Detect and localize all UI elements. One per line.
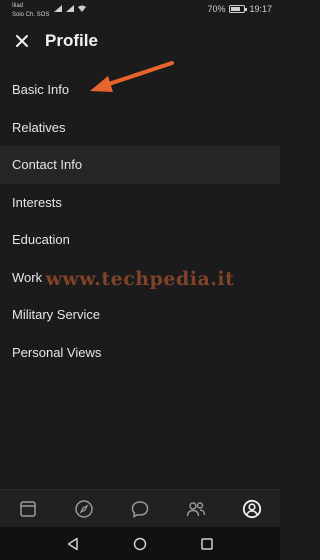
signal-icon [54, 5, 62, 12]
status-right: 70% 19:17 [207, 4, 272, 14]
home-icon[interactable] [130, 534, 150, 554]
status-bar: Iliad Solo Ch. SOS 70% 19:17 [0, 0, 280, 20]
profile-menu: Basic Info Relatives Contact Info Intere… [0, 71, 280, 371]
page-title: Profile [45, 31, 98, 50]
menu-item-relatives[interactable]: Relatives [0, 109, 280, 147]
menu-item-education[interactable]: Education [0, 221, 280, 259]
bottom-nav [0, 489, 280, 528]
friends-icon[interactable] [183, 496, 209, 522]
profile-icon[interactable] [239, 496, 265, 522]
menu-item-interests[interactable]: Interests [0, 184, 280, 222]
recents-icon[interactable] [197, 534, 217, 554]
close-icon[interactable] [13, 32, 31, 50]
menu-item-work[interactable]: Work [0, 259, 280, 297]
menu-item-basic-info[interactable]: Basic Info [0, 71, 280, 109]
carrier-status: Solo Ch. SOS [12, 12, 50, 18]
menu-item-contact-info[interactable]: Contact Info [0, 146, 280, 184]
status-icons [54, 5, 86, 12]
battery-icon [229, 5, 248, 13]
wifi-icon [78, 5, 86, 12]
chat-icon[interactable] [127, 496, 153, 522]
header: Profile [0, 22, 280, 60]
carrier-info: Iliad Solo Ch. SOS [12, 2, 49, 20]
clock: 19:17 [249, 4, 272, 14]
menu-item-military-service[interactable]: Military Service [0, 296, 280, 334]
compass-icon[interactable] [71, 496, 97, 522]
system-nav [0, 527, 280, 560]
battery-percent: 70% [207, 4, 226, 14]
menu-item-personal-views[interactable]: Personal Views [0, 334, 280, 372]
back-icon[interactable] [63, 534, 83, 554]
news-icon[interactable] [15, 496, 41, 522]
signal-icon [66, 5, 74, 12]
carrier-name: Iliad [12, 3, 24, 9]
